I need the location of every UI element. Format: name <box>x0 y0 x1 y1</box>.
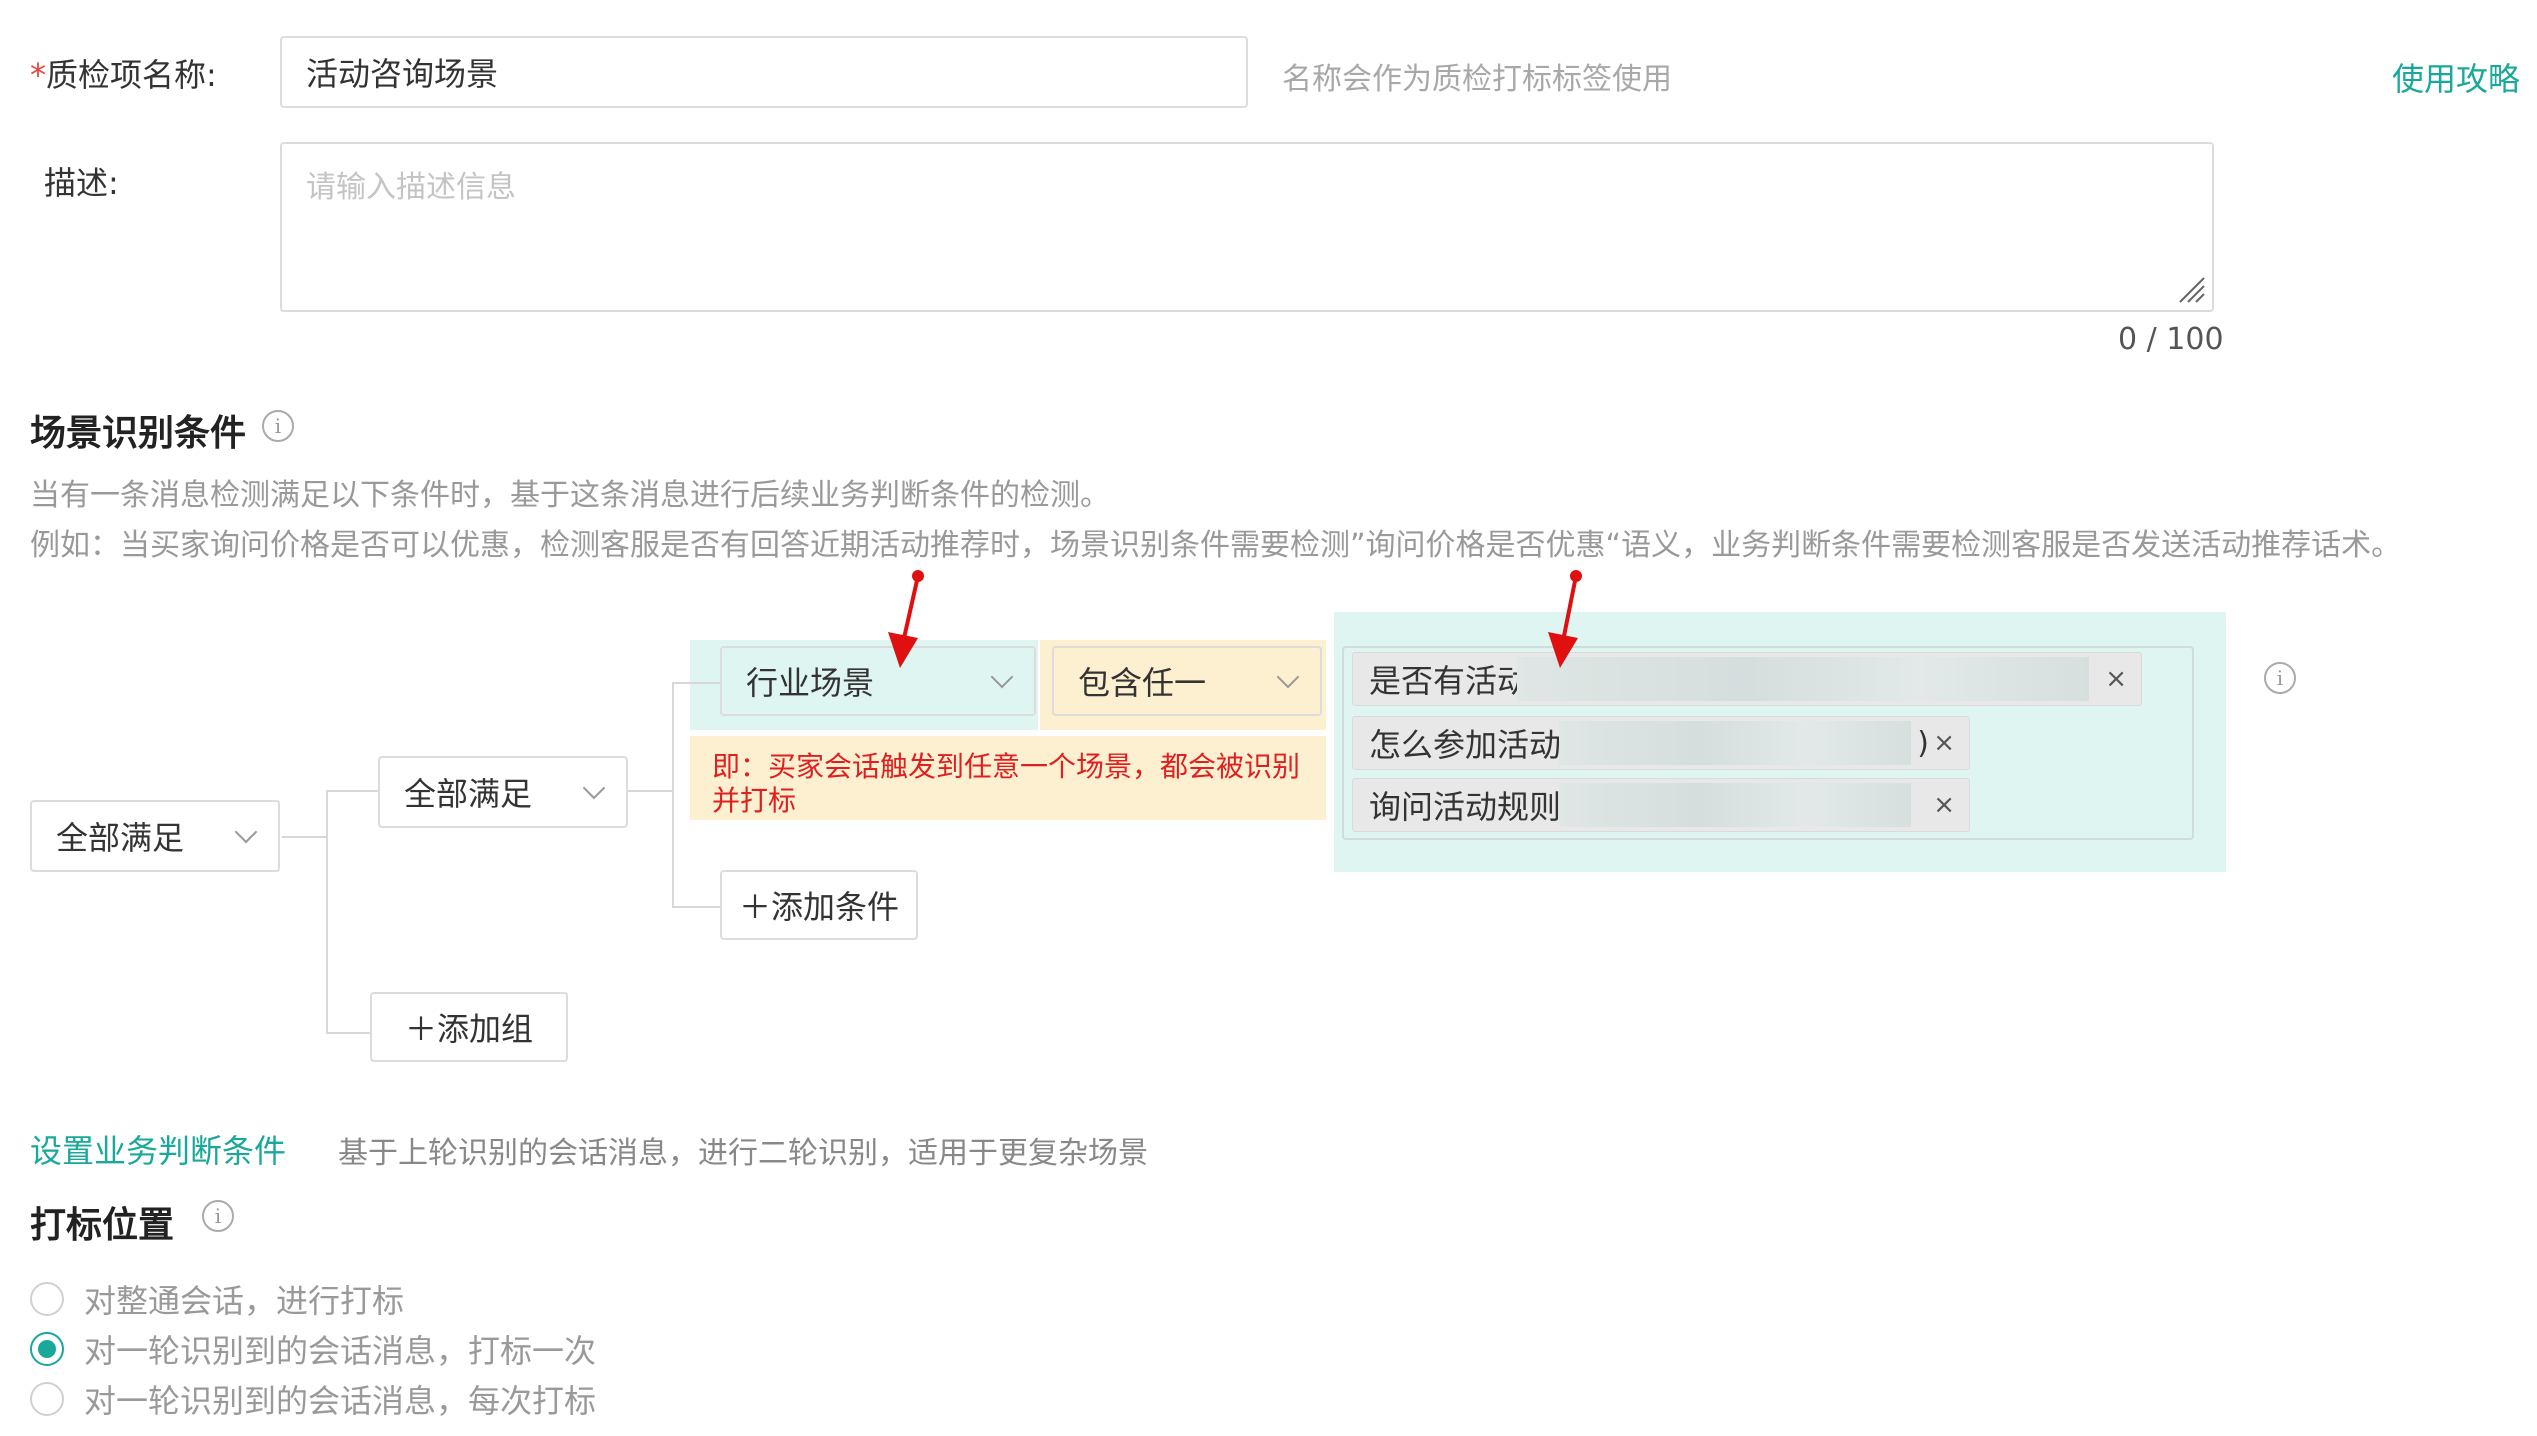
radio-option[interactable]: 对一轮识别到的会话消息，打标一次 <box>30 1326 596 1372</box>
required-mark: * <box>30 56 46 94</box>
info-circle-icon[interactable]: i <box>202 1200 234 1232</box>
radio-option[interactable]: 对整通会话，进行打标 <box>30 1276 404 1322</box>
redacted-area <box>1559 783 1911 827</box>
chevron-down-icon <box>1276 665 1300 689</box>
annotation-text: 即：买家会话触发到任意一个场景，都会被识别并打标 <box>712 750 1301 817</box>
name-hint: 名称会作为质检打标标签使用 <box>1282 62 1672 97</box>
radio-button-selected[interactable] <box>30 1332 64 1366</box>
scene-desc-1: 当有一条消息检测满足以下条件时，基于这条消息进行后续业务判断条件的检测。 <box>30 478 1110 513</box>
root-match-select[interactable]: 全部满足 <box>30 800 280 872</box>
red-arrow-icon <box>1548 570 1582 668</box>
radio-button[interactable] <box>30 1282 64 1316</box>
business-condition-link[interactable]: 设置业务判断条件 <box>30 1126 286 1172</box>
value-tag: 是否有活动 × <box>1352 652 2142 706</box>
group-match-select[interactable]: 全部满足 <box>378 756 628 828</box>
add-group-button[interactable]: ＋添加组 <box>370 992 568 1062</box>
scene-title: 场景识别条件 <box>30 413 247 454</box>
radio-button[interactable] <box>30 1382 64 1416</box>
chevron-down-icon <box>990 665 1014 689</box>
red-arrow-icon <box>888 570 924 668</box>
chevron-down-icon <box>582 776 606 800</box>
close-icon[interactable]: × <box>2105 664 2127 694</box>
info-circle-icon[interactable]: i <box>262 410 294 442</box>
condition-operator-select[interactable]: 包含任一 <box>1052 646 1322 716</box>
close-icon[interactable]: × <box>1933 728 1955 758</box>
desc-counter: 0 / 100 <box>2118 322 2224 357</box>
resize-handle-icon[interactable] <box>2176 274 2206 304</box>
name-input[interactable]: 活动咨询场景 <box>280 36 1248 108</box>
redacted-area <box>1559 721 1911 765</box>
radio-option[interactable]: 对一轮识别到的会话消息，每次打标 <box>30 1376 596 1422</box>
guide-link[interactable]: 使用攻略 <box>2392 54 2520 100</box>
desc-placeholder: 请输入描述信息 <box>306 170 516 205</box>
name-label: *质检项名称: <box>30 56 217 94</box>
desc-textarea[interactable]: 请输入描述信息 <box>280 142 2214 312</box>
add-condition-button[interactable]: ＋添加条件 <box>720 870 918 940</box>
desc-label: 描述: <box>44 164 119 202</box>
close-icon[interactable]: × <box>1933 790 1955 820</box>
business-desc: 基于上轮识别的会话消息，进行二轮识别，适用于更复杂场景 <box>338 1136 1148 1171</box>
chevron-down-icon <box>234 820 258 844</box>
info-circle-icon[interactable]: i <box>2264 662 2296 694</box>
value-tag: 询问活动规则 × <box>1352 778 1970 832</box>
value-tag: 怎么参加活动 ) × <box>1352 716 1970 770</box>
scene-desc-2: 例如：当买家询问价格是否可以优惠，检测客服是否有回答近期活动推荐时，场景识别条件… <box>30 528 2402 563</box>
marking-title: 打标位置 <box>30 1205 175 1246</box>
